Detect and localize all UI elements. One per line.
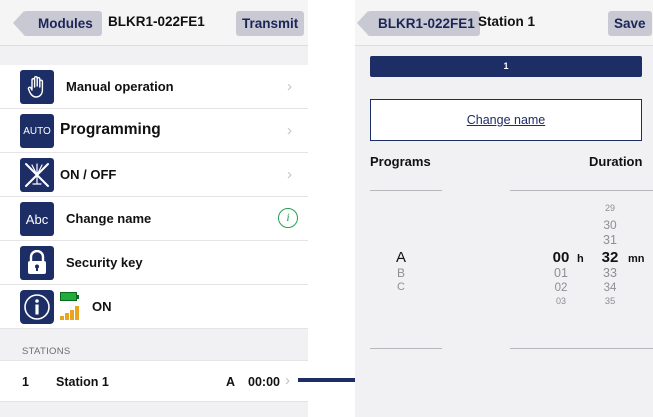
page-title: BLKR1-022FE1 (108, 14, 205, 29)
divider (370, 348, 442, 349)
hours-selected[interactable]: 00 (546, 249, 576, 266)
hours-option[interactable]: 02 (546, 282, 576, 294)
station-progress-bar: 1 (370, 56, 642, 77)
minutes-option[interactable]: 31 (595, 233, 625, 247)
save-button[interactable]: Save (608, 11, 652, 36)
chevron-right-icon: › (285, 372, 290, 389)
hours-option[interactable]: 03 (546, 296, 576, 305)
duration-header: Duration (589, 154, 643, 169)
module-screen: Modules BLKR1-022FE1 Transmit Manual ope… (0, 0, 308, 417)
auto-icon: AUTO (20, 114, 54, 148)
divider (510, 348, 653, 349)
program-selected[interactable]: A (386, 249, 416, 266)
minutes-option[interactable]: 34 (595, 282, 625, 294)
station-row[interactable]: 1 Station 1 A 00:00 › (0, 360, 308, 402)
chevron-right-icon: › (287, 166, 292, 183)
sprinkler-off-icon (20, 158, 54, 192)
nav-bar: Modules BLKR1-022FE1 Transmit (0, 0, 308, 46)
change-name-button[interactable]: Change name (370, 99, 642, 141)
nav-bar: BLKR1-022FE1 Station 1 Save (355, 0, 653, 46)
menu-list: Manual operation › AUTO Programming › ON… (0, 65, 308, 329)
lock-icon (20, 246, 54, 280)
stations-section-header: STATIONS (22, 346, 71, 357)
menu-item-label: Programming (60, 121, 161, 138)
station-screen: BLKR1-022FE1 Station 1 Save 1 Change nam… (355, 0, 653, 417)
modules-back-button[interactable]: Modules (13, 11, 102, 36)
hours-option[interactable]: 01 (546, 266, 576, 280)
abc-icon: Abc (20, 202, 54, 236)
divider (370, 190, 442, 191)
module-back-button[interactable]: BLKR1-022FE1 (357, 11, 480, 36)
menu-item-programming[interactable]: AUTO Programming › (0, 109, 308, 153)
station-program: A (226, 375, 236, 389)
menu-item-manual-operation[interactable]: Manual operation › (0, 65, 308, 109)
station-time: 00:00 (248, 375, 280, 389)
page-title: Station 1 (478, 14, 536, 29)
program-option[interactable]: C (386, 281, 416, 293)
programs-header: Programs (370, 154, 431, 169)
menu-item-security-key[interactable]: Security key (0, 241, 308, 285)
minutes-option[interactable]: 33 (595, 266, 625, 280)
minutes-selected[interactable]: 32 (595, 249, 625, 266)
menu-item-label: Security key (66, 255, 143, 270)
signal-strength-icon (60, 306, 82, 320)
menu-item-status[interactable]: ON (0, 285, 308, 329)
minutes-unit: mn (628, 253, 645, 265)
minutes-option[interactable]: 29 (595, 204, 625, 214)
menu-item-label: Manual operation (66, 79, 174, 94)
battery-icon (60, 292, 79, 301)
menu-item-label: ON / OFF (60, 167, 117, 182)
info-icon (20, 290, 54, 324)
program-option[interactable]: B (386, 266, 416, 280)
divider (510, 190, 653, 191)
station-number: 1 (22, 375, 29, 389)
hours-unit: h (577, 253, 584, 265)
status-label: ON (92, 299, 112, 314)
chevron-right-icon: › (287, 122, 292, 139)
minutes-option[interactable]: 35 (595, 296, 625, 306)
hand-icon (20, 70, 54, 104)
menu-item-change-name[interactable]: Abc Change name i (0, 197, 308, 241)
menu-item-label: Change name (66, 211, 152, 226)
info-icon[interactable]: i (278, 208, 298, 228)
station-name: Station 1 (56, 375, 109, 389)
transmit-button[interactable]: Transmit (236, 11, 305, 36)
menu-item-on-off[interactable]: ON / OFF › (0, 153, 308, 197)
minutes-option[interactable]: 30 (595, 218, 625, 232)
chevron-right-icon: › (287, 78, 292, 95)
